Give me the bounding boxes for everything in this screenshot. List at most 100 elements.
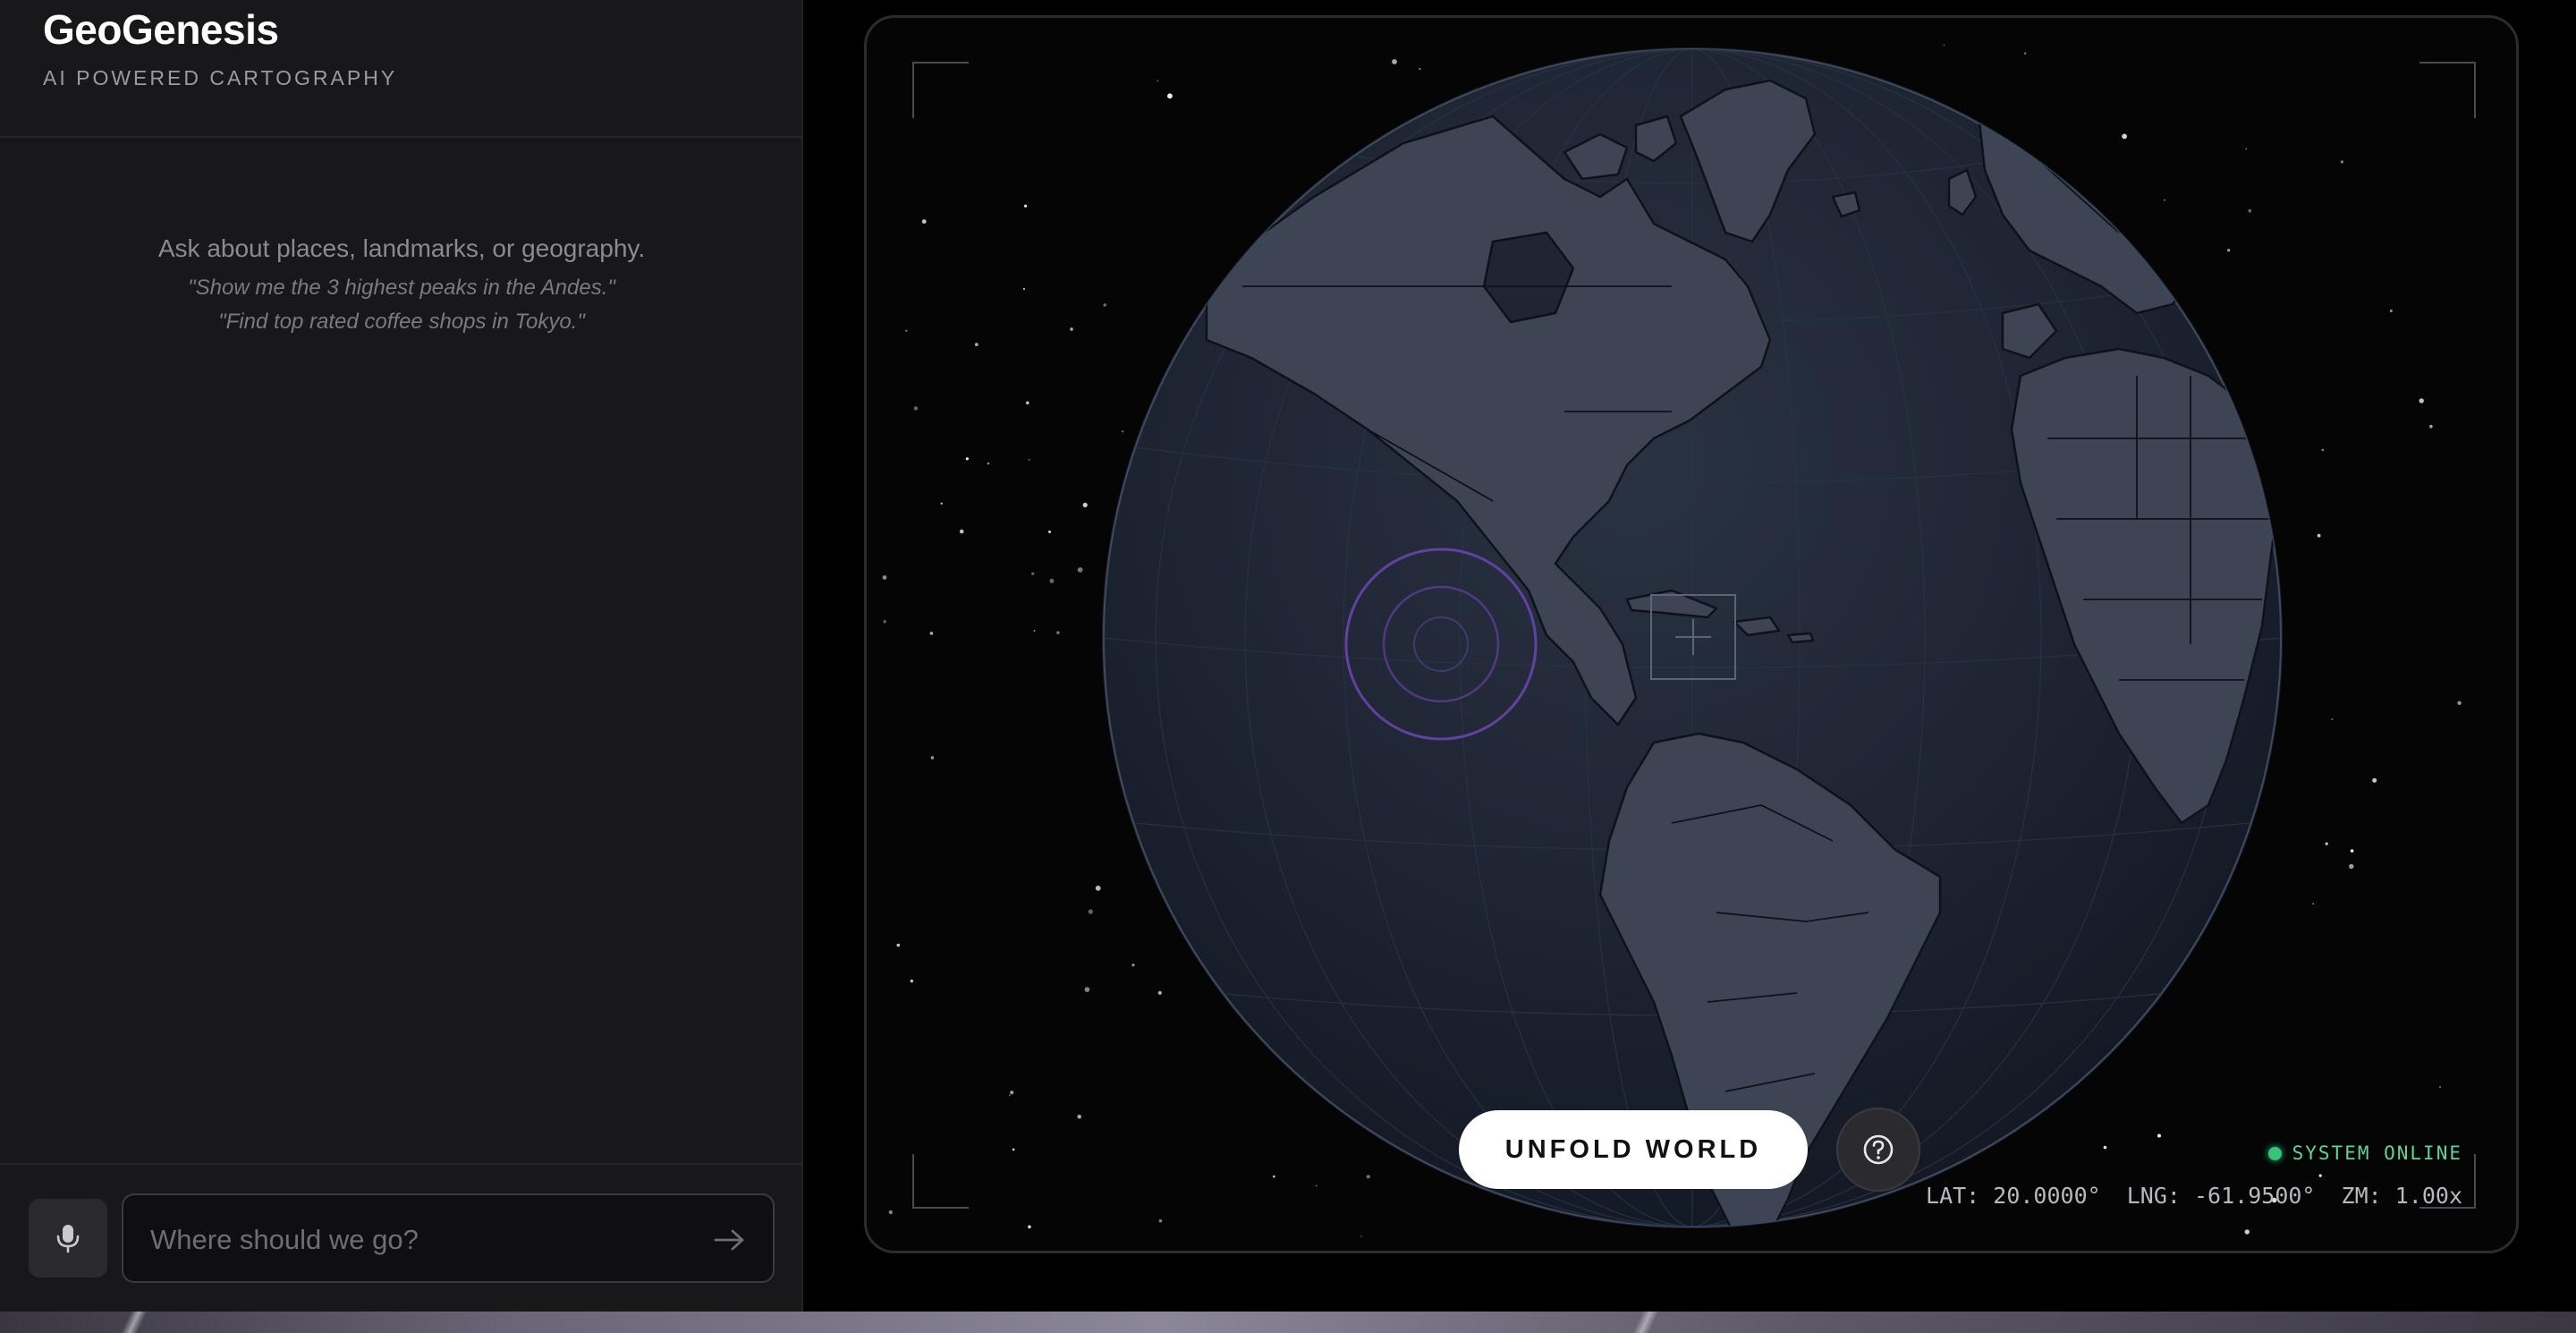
star: [2340, 160, 2344, 164]
star: [1048, 531, 1051, 533]
star: [1392, 59, 1397, 64]
star: [1366, 1175, 1370, 1179]
star: [921, 219, 927, 225]
system-status: SYSTEM ONLINE: [2267, 1142, 2462, 1164]
app-subtitle: AI POWERED CARTOGRAPHY: [43, 66, 398, 89]
star: [2024, 52, 2027, 55]
star: [2157, 1133, 2161, 1138]
star: [2429, 424, 2433, 429]
star: [1024, 204, 1028, 208]
star: [1031, 572, 1035, 575]
example-prompt: "Show me the 3 highest peaks in the Ande…: [188, 276, 615, 300]
star: [940, 502, 943, 505]
arrow-right-icon: [714, 1229, 744, 1251]
star: [1157, 80, 1159, 82]
star: [1028, 458, 1030, 461]
star: [1167, 93, 1173, 99]
star: [1122, 430, 1124, 433]
star: [2122, 133, 2127, 140]
star: [1084, 987, 1090, 992]
star: [2318, 1174, 2322, 1177]
star: [2321, 448, 2325, 452]
chat-sidebar: GeoGenesis AI POWERED CARTOGRAPHY Ask ab…: [0, 0, 803, 1312]
star: [1316, 1184, 1318, 1187]
microphone-icon: [56, 1225, 80, 1253]
star: [1056, 631, 1060, 634]
map-viewport[interactable]: SYSTEM ONLINE LAT: 20.0000° LNG: -61.950…: [864, 15, 2519, 1253]
star: [1157, 990, 1162, 995]
star: [2325, 842, 2328, 845]
star: [1008, 1094, 1011, 1097]
longitude-readout: LNG: -61.9500°: [2126, 1183, 2316, 1209]
star: [2227, 249, 2231, 252]
status-dot: [2267, 1146, 2282, 1160]
star: [1095, 885, 1101, 891]
star: [1026, 401, 1030, 405]
empty-hint: Ask about places, landmarks, or geograph…: [157, 234, 646, 262]
star: [1360, 1235, 1362, 1237]
star: [2103, 1145, 2107, 1150]
star: [1088, 909, 1093, 914]
star: [882, 575, 887, 580]
star: [2331, 718, 2334, 720]
star: [2349, 863, 2354, 870]
star: [1103, 303, 1106, 307]
star: [2163, 199, 2166, 201]
star: [888, 1210, 893, 1215]
star: [1049, 578, 1055, 583]
globe[interactable]: [1102, 47, 2283, 1235]
microphone-button[interactable]: [29, 1199, 107, 1278]
star: [2317, 533, 2321, 538]
send-button[interactable]: [708, 1218, 751, 1261]
star: [2438, 1085, 2442, 1089]
star: [965, 457, 969, 461]
header-divider: [0, 136, 803, 138]
coordinate-readout: LAT: 20.0000° LNG: -61.9500° ZM: 1.00x: [1926, 1183, 2462, 1209]
star: [959, 529, 964, 534]
star: [929, 632, 934, 635]
desktop-background: [0, 1312, 2576, 1333]
star: [2389, 310, 2393, 312]
star: [1943, 44, 1945, 47]
star: [1028, 1225, 1031, 1229]
chat-empty-state: Ask about places, landmarks, or geograph…: [0, 234, 803, 335]
unfold-world-button[interactable]: UNFOLD WORLD: [1459, 1110, 1808, 1189]
star: [1273, 1175, 1275, 1178]
star: [2312, 903, 2315, 905]
star: [883, 620, 886, 624]
star: [1077, 1114, 1081, 1119]
star: [896, 943, 901, 947]
query-box: [122, 1193, 775, 1283]
star: [987, 462, 990, 465]
star: [1077, 567, 1083, 573]
star: [1022, 287, 1025, 290]
star: [1033, 630, 1036, 632]
search-input[interactable]: [150, 1218, 687, 1261]
zoom-readout: ZM: 1.00x: [2341, 1183, 2462, 1209]
star: [1419, 68, 1421, 70]
star: [930, 756, 935, 760]
star: [1131, 964, 1135, 967]
star: [1010, 1091, 1014, 1095]
app-title: GeoGenesis: [43, 6, 279, 53]
help-button[interactable]: [1836, 1108, 1920, 1192]
star: [1012, 1148, 1015, 1151]
help-circle-icon: [1863, 1134, 1894, 1165]
globe-canvas[interactable]: [867, 18, 2519, 1253]
star: [910, 979, 913, 983]
star: [905, 329, 908, 332]
brand-header: GeoGenesis AI POWERED CARTOGRAPHY: [43, 0, 776, 136]
star: [2419, 398, 2424, 403]
star: [2244, 1229, 2250, 1235]
status-label: SYSTEM ONLINE: [2292, 1142, 2462, 1164]
star: [2248, 208, 2252, 213]
star: [1070, 327, 1073, 331]
star: [2457, 700, 2462, 705]
star: [913, 406, 919, 411]
latitude-readout: LAT: 20.0000°: [1926, 1183, 2101, 1209]
composer-divider: [0, 1163, 803, 1165]
star: [2245, 148, 2248, 150]
star: [1082, 502, 1088, 508]
star: [2350, 849, 2354, 853]
star: [2372, 777, 2377, 783]
